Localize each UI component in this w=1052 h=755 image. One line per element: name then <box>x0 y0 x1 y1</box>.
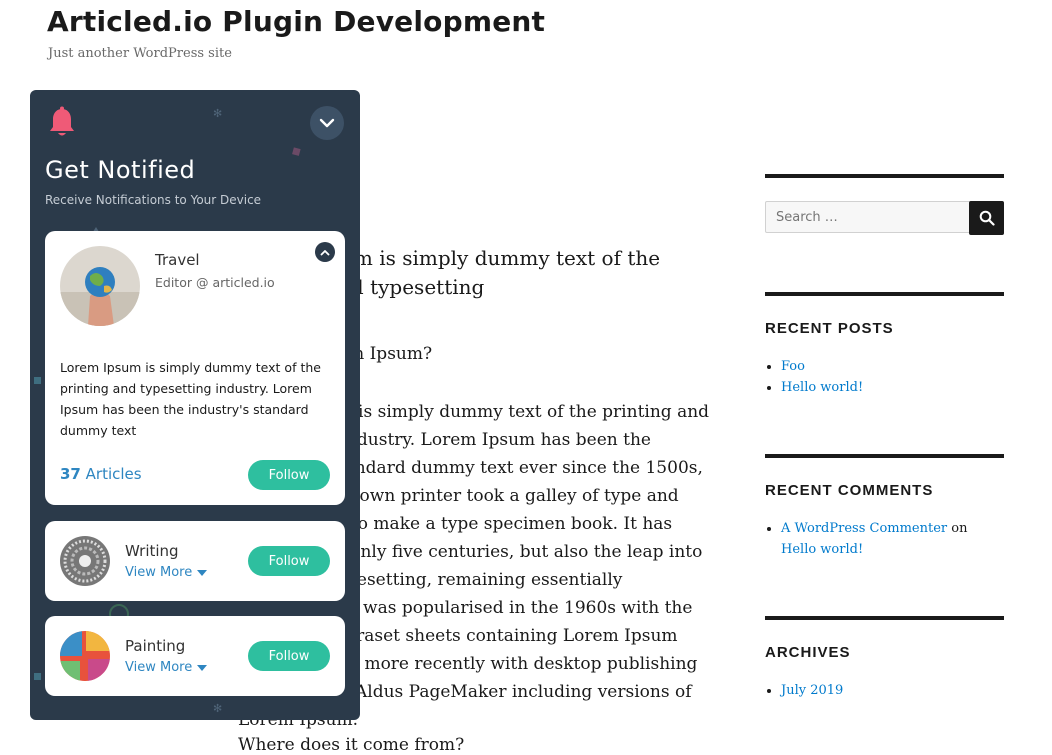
divider <box>765 454 1004 458</box>
follow-button[interactable]: Follow <box>248 641 330 671</box>
recent-comments-title: RECENT COMMENTS <box>765 482 934 499</box>
archive-link[interactable]: July 2019 <box>781 683 843 698</box>
panel-title: Get Notified <box>45 156 196 184</box>
view-more-label: View More <box>125 660 193 675</box>
author-role: Editor @ articled.io <box>155 275 275 290</box>
collapse-card-button[interactable] <box>315 242 335 262</box>
search-input[interactable] <box>765 201 977 233</box>
author-name: Travel <box>155 251 200 269</box>
avatar <box>60 631 110 681</box>
recent-post-link[interactable]: Hello world! <box>781 380 863 395</box>
svg-text:✻: ✻ <box>213 107 222 120</box>
search-button[interactable] <box>969 201 1004 235</box>
site-title[interactable]: Articled.io Plugin Development <box>47 5 545 38</box>
articles-link[interactable]: 37 Articles <box>60 465 142 483</box>
section-question-2: Where does it come from? <box>238 735 465 755</box>
bell-icon <box>50 106 74 136</box>
collapse-panel-button[interactable] <box>310 106 344 140</box>
caret-down-icon <box>197 569 208 576</box>
chevron-down-icon <box>319 118 335 128</box>
comment-author-link[interactable]: A WordPress Commenter <box>781 521 947 536</box>
author-card-writing: Writing View More Follow <box>45 521 345 601</box>
divider <box>765 174 1004 178</box>
search-icon <box>979 210 995 226</box>
articles-label: Articles <box>85 465 142 483</box>
notification-panel: ✻ ✻ Get Notified Receive Notifications t… <box>30 90 360 720</box>
panel-subtitle: Receive Notifications to Your Device <box>45 193 262 207</box>
list-item: A WordPress Commenter on Hello world! <box>781 518 1004 560</box>
articles-count: 37 <box>60 465 81 483</box>
follow-button[interactable]: Follow <box>248 546 330 576</box>
author-card-painting: Painting View More Follow <box>45 616 345 696</box>
site-tagline: Just another WordPress site <box>48 46 232 61</box>
author-name: Writing <box>125 542 179 560</box>
caret-down-icon <box>197 664 208 671</box>
recent-comments-widget: RECENT COMMENTS A WordPress Commenter on… <box>765 482 1004 560</box>
recent-posts-title: RECENT POSTS <box>765 320 894 337</box>
list-item: Hello world! <box>781 377 1004 398</box>
divider <box>765 292 1004 296</box>
recent-post-link[interactable]: Foo <box>781 359 805 374</box>
search-form <box>765 201 1004 235</box>
sidebar: RECENT POSTS Foo Hello world! RECENT COM… <box>765 174 1004 701</box>
list-item: July 2019 <box>781 680 1004 701</box>
author-name: Painting <box>125 637 186 655</box>
list-item: Foo <box>781 356 1004 377</box>
author-description: Lorem Ipsum is simply dummy text of the … <box>60 360 321 438</box>
divider <box>765 616 1004 620</box>
archives-widget: ARCHIVES July 2019 <box>765 644 1004 701</box>
follow-button[interactable]: Follow <box>248 460 330 490</box>
view-more-link[interactable]: View More <box>125 660 208 675</box>
chevron-up-icon <box>320 249 330 255</box>
recent-posts-widget: RECENT POSTS Foo Hello world! <box>765 320 1004 398</box>
view-more-label: View More <box>125 565 193 580</box>
svg-text:✻: ✻ <box>213 702 222 715</box>
avatar <box>60 536 110 586</box>
avatar <box>60 246 140 326</box>
archives-title: ARCHIVES <box>765 644 851 661</box>
comment-on-text: on <box>951 521 968 536</box>
author-card-travel: Travel Editor @ articled.io Lorem Ipsum … <box>45 231 345 505</box>
comment-post-link[interactable]: Hello world! <box>781 542 863 557</box>
view-more-link[interactable]: View More <box>125 565 208 580</box>
